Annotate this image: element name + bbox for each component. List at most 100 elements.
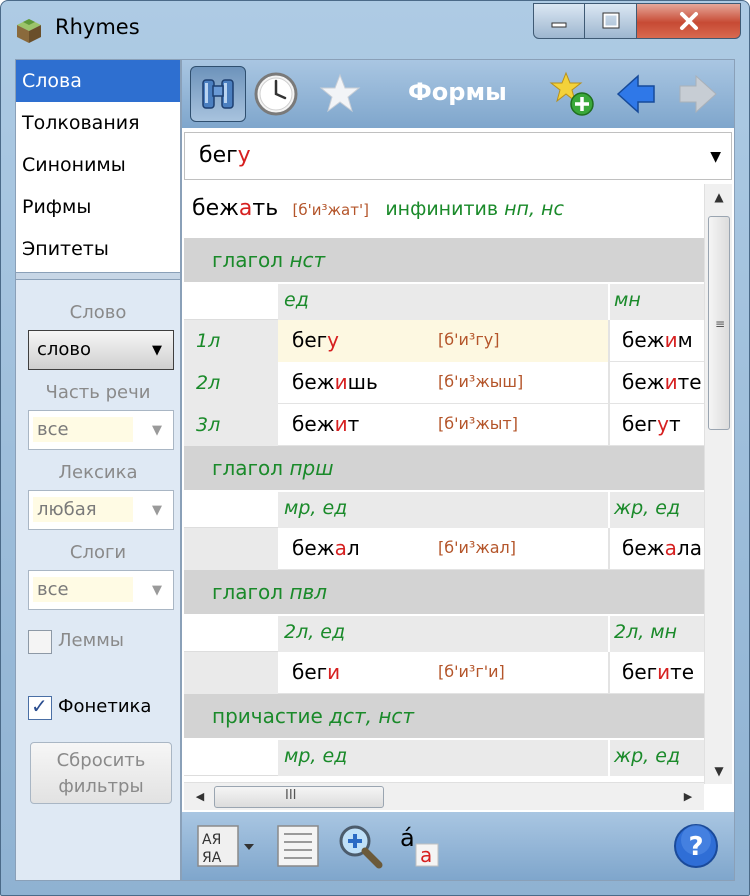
form-cell[interactable]: бегу [б'и³гу] xyxy=(278,320,608,362)
window-title: Rhymes xyxy=(55,15,140,39)
forms-title: Формы xyxy=(408,78,507,106)
section-column-header: 2л, ед 2л, мн xyxy=(184,616,704,652)
section-header: глагол прш xyxy=(184,446,704,490)
table-row[interactable]: 2л бежишь [б'и³жыш] бежите xyxy=(184,362,704,404)
forms-table: бежать [б'и³жат'] инфинитив нп, нс глаго… xyxy=(184,184,704,784)
word-form[interactable]: бежишь xyxy=(292,370,378,394)
column-label: мн xyxy=(614,289,641,311)
sidebar-item-words[interactable]: Слова xyxy=(16,60,180,102)
history-button[interactable] xyxy=(248,66,304,122)
word-form-plural[interactable]: бегут xyxy=(622,412,681,436)
pos-select[interactable]: все ▼ xyxy=(28,410,174,450)
word-form[interactable]: бежит xyxy=(292,412,359,436)
checkmark-icon: ✓ xyxy=(31,694,48,718)
sidebar-item-rhymes[interactable]: Рифмы xyxy=(16,186,180,228)
zoom-button[interactable] xyxy=(334,820,386,872)
syllables-select[interactable]: все ▼ xyxy=(28,570,174,610)
word-form-plural[interactable]: бежите xyxy=(622,370,702,394)
vertical-scroll-thumb[interactable]: ≡ xyxy=(708,216,730,430)
word-search-combo[interactable]: бегу ▼ xyxy=(184,132,732,180)
table-row[interactable]: 3л бежит [б'и³жыт] бегут xyxy=(184,404,704,446)
word-form-plural[interactable]: бежим xyxy=(622,328,693,352)
word-type-select[interactable]: слово ▼ xyxy=(28,330,174,370)
column-label: мр, ед xyxy=(284,497,348,519)
table-row[interactable]: 1л бегу [б'и³гу] бежим xyxy=(184,320,704,362)
sidebar-item-epithets[interactable]: Эпитеты xyxy=(16,228,180,270)
reset-filters-button[interactable]: Сбросить фильтры xyxy=(30,742,172,804)
accent-button[interactable]: á a xyxy=(394,820,446,872)
maximize-button[interactable] xyxy=(585,3,637,39)
horizontal-scrollbar[interactable]: ◀ III ▶ xyxy=(184,782,704,810)
back-button[interactable] xyxy=(608,66,664,122)
transcription: [б'и³гу] xyxy=(438,330,500,349)
horizontal-scroll-thumb[interactable]: III xyxy=(214,786,384,808)
filter-pos-label: Часть речи xyxy=(45,382,151,403)
maximize-icon xyxy=(602,12,619,29)
sort-button[interactable]: АЯ ЯА xyxy=(194,820,260,872)
pos-value: все xyxy=(33,417,133,442)
clock-icon xyxy=(254,72,298,116)
list-view-button[interactable] xyxy=(272,820,324,872)
reset-filters-line2: фильтры xyxy=(58,776,144,797)
favorites-button[interactable] xyxy=(312,66,368,122)
star-add-icon xyxy=(549,71,594,116)
column-label: 2л, мн xyxy=(614,621,678,643)
help-button[interactable]: ? xyxy=(670,820,722,872)
search-mode-button[interactable] xyxy=(190,66,246,122)
filter-syllables-label: Слоги xyxy=(69,542,127,563)
table-row[interactable]: беги [б'и³г'и] бегите xyxy=(184,652,704,694)
section-header: глагол пвл xyxy=(184,570,704,614)
sidebar-item-definitions[interactable]: Толкования xyxy=(16,102,180,144)
table-row[interactable]: бежал [б'и³жал] бежала xyxy=(184,528,704,570)
section-column-header: мр, ед жр, ед xyxy=(184,492,704,528)
syllables-value: все xyxy=(33,577,133,602)
column-label: жр, ед xyxy=(614,497,681,519)
sidebar-item-synonyms[interactable]: Синонимы xyxy=(16,144,180,186)
scroll-up-icon[interactable]: ▲ xyxy=(705,184,733,210)
forward-button[interactable] xyxy=(670,66,726,122)
sidebar-splitter[interactable] xyxy=(16,272,180,280)
minimize-button[interactable] xyxy=(533,3,585,39)
add-favorite-button[interactable] xyxy=(544,66,600,122)
lemma-word[interactable]: бежать xyxy=(192,196,278,221)
transcription: [б'и³жыт] xyxy=(438,414,518,433)
word-form[interactable]: бегу xyxy=(292,328,339,352)
form-cell[interactable]: бежишь [б'и³жыш] xyxy=(278,362,608,404)
title-bar[interactable]: Rhymes xyxy=(1,1,749,59)
form-cell[interactable]: бежал [б'и³жал] xyxy=(278,528,608,570)
phonetics-checkbox[interactable]: ✓ xyxy=(28,694,52,720)
lexicon-select[interactable]: любая ▼ xyxy=(28,490,174,530)
binoculars-icon xyxy=(202,79,234,109)
top-toolbar: Формы xyxy=(182,60,734,128)
search-value: бегу xyxy=(199,143,251,168)
section-column-header: ед мн xyxy=(184,284,704,320)
svg-text:АЯ: АЯ xyxy=(202,832,221,848)
svg-text:?: ? xyxy=(688,832,703,862)
form-cell[interactable]: беги [б'и³г'и] xyxy=(278,652,608,694)
word-form-plural[interactable]: бежала xyxy=(622,536,702,560)
lemma-transcription: [б'и³жат'] xyxy=(292,201,369,219)
reset-filters-line1: Сбросить xyxy=(56,750,146,771)
word-form-plural[interactable]: бегите xyxy=(622,660,694,684)
word-form[interactable]: бежал xyxy=(292,536,360,560)
close-button[interactable] xyxy=(637,3,741,39)
svg-text:á: á xyxy=(400,824,415,852)
person-label: 1л xyxy=(184,320,278,362)
column-label: ед xyxy=(284,289,309,311)
lemmas-checkbox[interactable] xyxy=(28,630,52,654)
transcription: [б'и³г'и] xyxy=(438,662,505,681)
filter-word-label: Слово xyxy=(69,302,127,323)
form-cell[interactable]: бежит [б'и³жыт] xyxy=(278,404,608,446)
scroll-down-icon[interactable]: ▼ xyxy=(705,758,733,784)
chevron-down-icon[interactable]: ▼ xyxy=(710,149,721,165)
arrow-right-icon xyxy=(679,74,717,114)
person-label xyxy=(184,528,278,570)
list-icon xyxy=(277,825,319,867)
svg-text:a: a xyxy=(420,843,432,867)
scroll-right-icon[interactable]: ▶ xyxy=(676,783,700,811)
chevron-down-icon: ▼ xyxy=(152,342,162,358)
lexicon-value: любая xyxy=(33,497,133,522)
word-form[interactable]: беги xyxy=(292,660,340,684)
scroll-left-icon[interactable]: ◀ xyxy=(188,783,212,811)
vertical-scrollbar[interactable]: ▲ ≡ ▼ xyxy=(704,184,732,784)
